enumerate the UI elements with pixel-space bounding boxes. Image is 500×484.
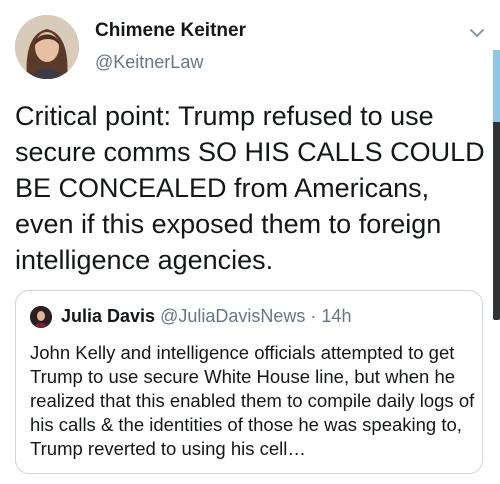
chevron-down-icon[interactable] — [466, 22, 488, 44]
scrollbar-thumb[interactable] — [493, 50, 500, 122]
scrollbar[interactable] — [493, 50, 500, 320]
quoted-separator: · — [310, 306, 317, 326]
tweet-card: Chimene Keitner @KeitnerLaw Critical poi… — [0, 0, 500, 484]
tweet-text: Critical point: Trump refused to use sec… — [15, 101, 485, 275]
quoted-tweet[interactable]: Julia Davis @JuliaDavisNews · 14h John K… — [15, 290, 483, 474]
author-avatar[interactable] — [15, 15, 79, 79]
quoted-header: Julia Davis @JuliaDavisNews · 14h — [61, 306, 351, 327]
quoted-author-name[interactable]: Julia Davis — [61, 306, 155, 326]
author-name[interactable]: Chimene Keitner — [95, 20, 246, 42]
quoted-timestamp[interactable]: 14h — [321, 306, 351, 326]
quoted-author-handle[interactable]: @JuliaDavisNews — [160, 306, 305, 326]
author-handle[interactable]: @KeitnerLaw — [95, 52, 203, 73]
quoted-text: John Kelly and intelligence officials at… — [30, 342, 475, 459]
quoted-author-avatar[interactable] — [30, 306, 52, 328]
